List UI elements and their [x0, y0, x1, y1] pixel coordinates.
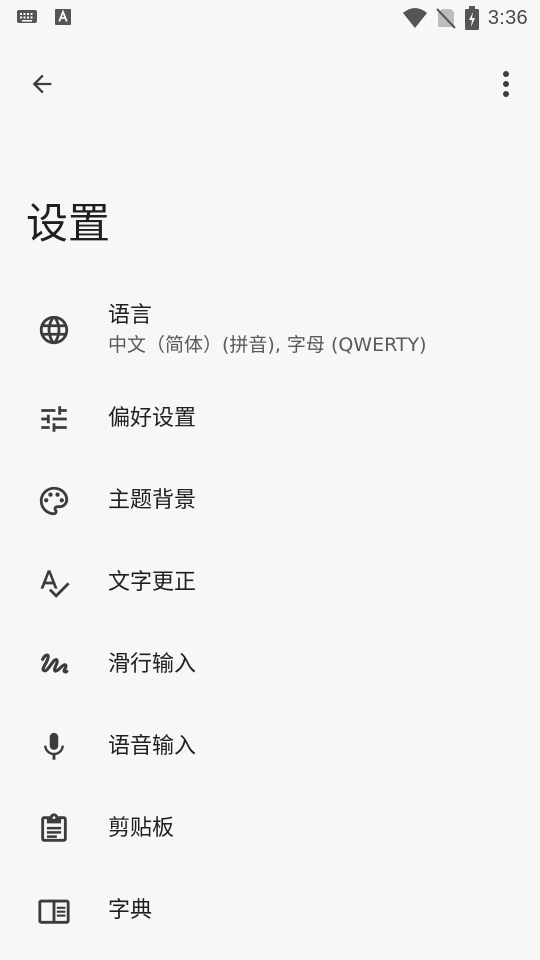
- settings-item-dictionary[interactable]: 字典: [0, 870, 540, 952]
- settings-item-theme[interactable]: 主题背景: [0, 460, 540, 542]
- settings-item-text: 语音输入: [108, 732, 196, 762]
- battery-charging-icon: [464, 6, 480, 30]
- microphone-icon: [36, 729, 72, 765]
- status-bar: 3:36: [0, 0, 540, 36]
- settings-item-voice-input[interactable]: 语音输入: [0, 706, 540, 788]
- globe-icon: [36, 312, 72, 348]
- status-bar-right: 3:36: [402, 4, 528, 32]
- settings-item-title: 语音输入: [108, 734, 197, 759]
- settings-item-text: 文字更正: [108, 568, 196, 598]
- status-time: 3:36: [487, 6, 528, 29]
- text-a-icon: [54, 8, 72, 26]
- settings-item-title: 主题背景: [108, 488, 197, 513]
- app-bar: [0, 56, 540, 112]
- more-options-button[interactable]: [488, 64, 524, 104]
- clipboard-icon: [36, 811, 72, 847]
- settings-item-text: 字典: [108, 896, 152, 926]
- gesture-icon: [36, 647, 72, 683]
- no-sim-icon: [436, 7, 456, 29]
- settings-item-preferences[interactable]: 偏好设置: [0, 378, 540, 460]
- settings-item-glide-typing[interactable]: 滑行输入: [0, 624, 540, 706]
- settings-item-clipboard[interactable]: 剪贴板: [0, 788, 540, 870]
- palette-icon: [36, 483, 72, 519]
- settings-list: 语言 中文（简体）(拼音), 字母 (QWERTY) 偏好设置 主题背景 文字更…: [0, 282, 540, 952]
- settings-item-text: 剪贴板: [108, 814, 174, 844]
- settings-item-text: 偏好设置: [108, 404, 196, 434]
- settings-item-title: 偏好设置: [108, 406, 197, 431]
- tune-sliders-icon: [36, 401, 72, 437]
- settings-item-language[interactable]: 语言 中文（简体）(拼音), 字母 (QWERTY): [0, 282, 540, 378]
- keyboard-icon: [16, 8, 38, 26]
- settings-item-text: 语言 中文（简体）(拼音), 字母 (QWERTY): [108, 301, 427, 359]
- settings-item-title: 滑行输入: [108, 652, 197, 677]
- settings-item-title: 剪贴板: [108, 816, 175, 841]
- page-title: 设置: [26, 199, 111, 248]
- settings-item-title: 字典: [108, 898, 153, 923]
- settings-item-title: 语言: [108, 303, 153, 328]
- wifi-icon: [402, 7, 428, 29]
- settings-item-subtitle: 中文（简体）(拼音), 字母 (QWERTY): [108, 334, 427, 356]
- back-button[interactable]: [20, 64, 64, 104]
- settings-item-title: 文字更正: [108, 570, 197, 595]
- arrow-back-icon: [28, 70, 56, 98]
- settings-item-text: 主题背景: [108, 486, 196, 516]
- more-vertical-icon: [502, 70, 510, 98]
- spellcheck-icon: [36, 565, 72, 601]
- settings-item-text: 滑行输入: [108, 650, 196, 680]
- settings-item-text-correction[interactable]: 文字更正: [0, 542, 540, 624]
- dictionary-book-icon: [36, 893, 72, 929]
